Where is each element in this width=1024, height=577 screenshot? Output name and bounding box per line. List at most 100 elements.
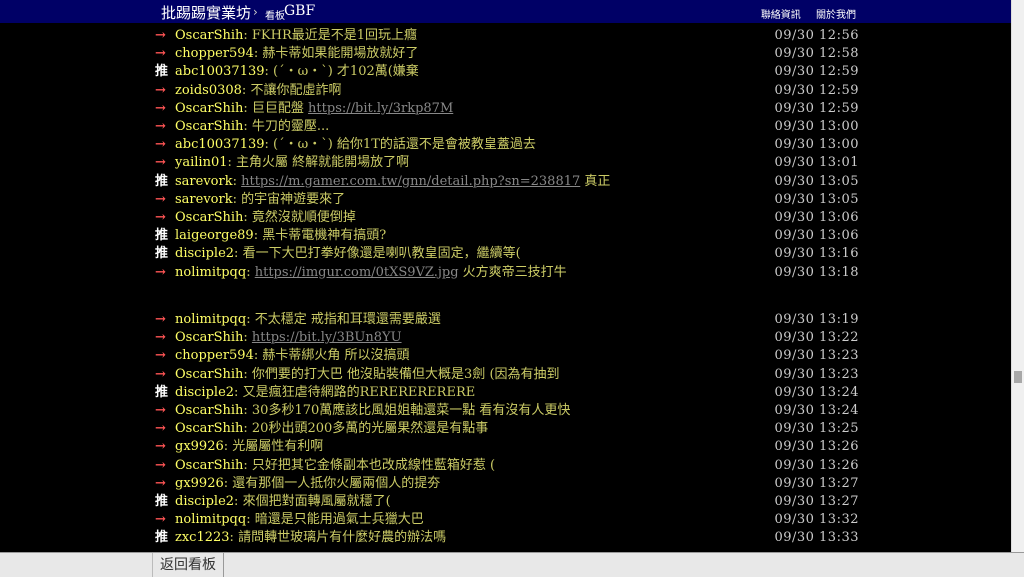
comment-text-content: 只好把其它金條副本也改成線性藍箱好惹 ( bbox=[251, 457, 496, 473]
push-tag: 推 bbox=[155, 173, 169, 189]
colon-separator: : bbox=[243, 28, 252, 43]
comment-text-content: 牛刀的靈壓... bbox=[251, 119, 330, 134]
comment-text: 主角火屬 終解就能開場放了啊 bbox=[236, 155, 409, 170]
comment-time: 09/30 13:24 bbox=[774, 384, 859, 400]
comment-text: 竟然沒就順便倒掉 bbox=[252, 210, 356, 225]
arrow-tag: → bbox=[155, 28, 166, 43]
arrow-tag: → bbox=[155, 100, 166, 116]
arrow-tag: → bbox=[155, 421, 166, 437]
push-tag: 推 bbox=[155, 228, 169, 244]
comment-user: sarevork bbox=[175, 191, 233, 207]
arrow-tag: → bbox=[155, 46, 166, 62]
push-tag: 推 bbox=[155, 384, 169, 400]
arrow-tag: → bbox=[155, 403, 166, 418]
comment-text: (ˊ・ω・ˋ) 給你1T的話還不是會被教皇蓋過去 bbox=[273, 137, 536, 152]
about-link[interactable]: 關於我們 bbox=[816, 10, 856, 21]
comment-text: 30多秒170萬應該比風姐姐軸還菜一點 看有沒有人更快 bbox=[252, 403, 571, 418]
comment-text: 還有那個一人抵你火屬兩個人的提夯 bbox=[232, 476, 440, 491]
colon-separator: : bbox=[243, 421, 252, 437]
comment-row: → OscarShih: https://bit.ly/3BUn8YU 09/30 … bbox=[155, 329, 865, 347]
comment-text: 赫卡蒂如果能開場放就好了 bbox=[262, 46, 418, 61]
comment-user: OscarShih bbox=[175, 210, 244, 225]
comment-text: https://m.gamer.com.tw/gnn/detail.php?sn… bbox=[241, 174, 610, 189]
comment-link[interactable]: https://bit.ly/3rkp87M bbox=[308, 101, 453, 116]
comment-text: 赫卡蒂綁火角 所以沒搞頭 bbox=[262, 348, 409, 363]
comment-row: → OscarShih: 20秒出頭200多萬的光屬果然還是有點事 09/30 13… bbox=[155, 420, 865, 438]
push-tag: 推 bbox=[155, 246, 169, 262]
colon-separator: : bbox=[253, 228, 263, 244]
comment-row: → nolimitpqq: 暗還是只能用過氣士兵獵大巴 09/30 13:32 bbox=[155, 511, 865, 529]
comment-time: 09/30 13:24 bbox=[774, 403, 859, 418]
comment-text: https://bit.ly/3BUn8YU bbox=[252, 330, 402, 345]
site-title-link[interactable]: 批踢踢實業坊 bbox=[161, 2, 251, 23]
comment-user: nolimitpqq bbox=[175, 512, 247, 528]
comment-link[interactable]: https://imgur.com/0tXS9VZ.jpg bbox=[255, 265, 459, 280]
comment-row: → gx9926: 還有那個一人抵你火屬兩個人的提夯 09/30 13:27 bbox=[155, 475, 865, 493]
comment-time: 09/30 12:58 bbox=[774, 46, 859, 62]
board-name-link[interactable]: GBF bbox=[284, 3, 315, 19]
comment-link[interactable]: https://bit.ly/3BUn8YU bbox=[252, 330, 402, 345]
comment-row: 推 sarevork: https://m.gamer.com.tw/gnn/de… bbox=[155, 173, 865, 191]
comment-user: chopper594 bbox=[175, 348, 254, 364]
comment-time: 09/30 13:32 bbox=[774, 512, 859, 528]
comment-text-content: 來個把對面轉風屬就穩了( bbox=[242, 494, 391, 509]
comment-row: 推 disciple2: 又是瘋狂虐待網路的RERERERERERE 09/30 1… bbox=[155, 384, 865, 402]
comment-text-content: 30多秒170萬應該比風姐姐軸還菜一點 看有沒有人更快 bbox=[251, 403, 571, 418]
comment-time: 09/30 12:59 bbox=[774, 64, 859, 80]
comment-time: 09/30 13:16 bbox=[774, 246, 859, 262]
colon-separator: : bbox=[246, 512, 255, 528]
comment-row: → gx9926: 光屬屬性有利啊 09/30 13:26 bbox=[155, 438, 865, 456]
colon-separator: : bbox=[234, 384, 243, 400]
comment-user: OscarShih bbox=[175, 366, 244, 382]
comment-text-content: 巨巨配盤 bbox=[251, 100, 309, 116]
comment-user: laigeorge89 bbox=[175, 228, 254, 244]
comment-text-content: 的宇宙神遊要來了 bbox=[241, 191, 346, 207]
push-tag: 推 bbox=[155, 530, 169, 546]
colon-separator: : bbox=[223, 475, 233, 491]
comment-row: → zoids0308: 不讓你配虛詐啊 09/30 12:59 bbox=[155, 82, 865, 100]
comment-text-content: 主角火屬 終解就能開場放了啊 bbox=[236, 155, 410, 171]
comment-text-content: (ˊ・ω・ˋ) 給你1T的話還不是會被教皇蓋過去 bbox=[273, 137, 536, 153]
colon-separator: : bbox=[229, 530, 239, 546]
arrow-tag: → bbox=[155, 475, 166, 491]
colon-separator: : bbox=[234, 494, 243, 509]
comment-text: 看一下大巴打拳好像還是喇叭教皇固定，繼續等( bbox=[243, 246, 521, 261]
comment-text-content: 赫卡蒂綁火角 所以沒搞頭 bbox=[262, 348, 410, 364]
comment-time: 09/30 13:26 bbox=[774, 457, 859, 473]
scrollbar-thumb[interactable] bbox=[1014, 371, 1022, 383]
comment-time: 09/30 13:22 bbox=[774, 330, 859, 346]
colon-separator: : bbox=[246, 264, 255, 280]
comment-time: 09/30 13:18 bbox=[774, 264, 859, 280]
comment-time: 09/30 13:06 bbox=[774, 228, 859, 244]
push-tag: 推 bbox=[155, 64, 169, 80]
comment-user: zoids0308 bbox=[175, 82, 242, 98]
comment-text: 巨巨配盤 https://bit.ly/3rkp87M bbox=[252, 101, 453, 116]
arrow-tag: → bbox=[155, 348, 166, 364]
comment-user: nolimitpqq bbox=[175, 312, 247, 327]
arrow-tag: → bbox=[155, 366, 166, 382]
comment-time: 09/30 13:06 bbox=[774, 210, 859, 225]
comment-user: OscarShih bbox=[175, 403, 244, 418]
comment-time: 09/30 13:23 bbox=[774, 348, 859, 364]
chevron-right-icon: › bbox=[253, 5, 258, 19]
comment-row: → OscarShih: 你們要的打大巴 他沒貼裝備但大概是3劍 (因為有抽到 09… bbox=[155, 366, 865, 384]
comment-time: 09/30 13:19 bbox=[774, 312, 859, 327]
comment-text: 牛刀的靈壓... bbox=[252, 119, 329, 134]
comment-text-content: 看一下大巴打拳好像還是喇叭教皇固定，繼續等( bbox=[242, 246, 521, 262]
back-to-board-button[interactable]: 返回看板 bbox=[152, 553, 224, 577]
contact-link[interactable]: 聯絡資訊 bbox=[761, 10, 801, 21]
comment-text: 又是瘋狂虐待網路的RERERERERERE bbox=[243, 385, 476, 400]
scrollbar[interactable] bbox=[1011, 0, 1024, 552]
comment-link[interactable]: https://m.gamer.com.tw/gnn/detail.php?sn… bbox=[241, 174, 580, 189]
push-tag: 推 bbox=[155, 494, 169, 509]
comment-time: 09/30 12:59 bbox=[774, 100, 859, 116]
comment-row: 推 zxc1223: 請問轉世玻璃片有什麼好農的辦法嗎 09/30 13:33 bbox=[155, 529, 865, 547]
comment-row: → yailin01: 主角火屬 終解就能開場放了啊 09/30 13:01 bbox=[155, 154, 865, 172]
top-bar: 批踢踢實業坊 › 看板 GBF 聯絡資訊 關於我們 bbox=[0, 0, 1012, 23]
colon-separator: : bbox=[243, 366, 252, 382]
comment-time: 09/30 13:27 bbox=[774, 494, 859, 509]
comment-user: disciple2 bbox=[175, 246, 235, 262]
arrow-tag: → bbox=[155, 264, 166, 280]
comment-time: 09/30 13:01 bbox=[774, 155, 859, 171]
comment-time: 09/30 13:27 bbox=[774, 475, 859, 491]
